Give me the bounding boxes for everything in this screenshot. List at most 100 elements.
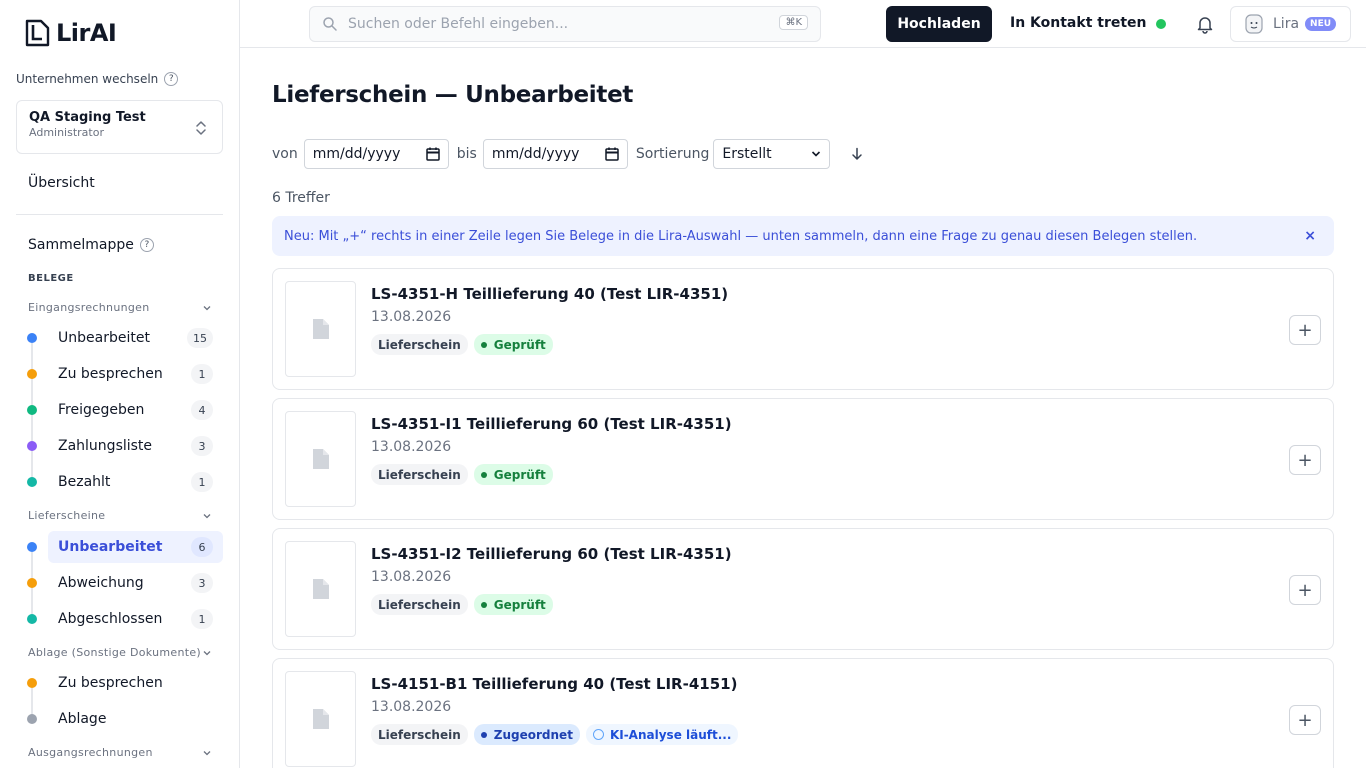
status-text: Geprüft <box>493 337 546 352</box>
loading-spinner-icon <box>592 729 604 740</box>
type-badge: Lieferschein <box>371 724 468 745</box>
status-dot <box>27 614 37 624</box>
document-date: 13.08.2026 <box>371 569 452 585</box>
status-dot <box>480 731 487 738</box>
logo[interactable]: LirAI <box>24 19 117 47</box>
status-dot <box>27 714 37 724</box>
document-card[interactable]: LS-4351-I2 Teillieferung 60 (Test LIR-43… <box>272 528 1334 650</box>
group-label: Lieferscheine <box>28 509 106 522</box>
chevron-down-icon <box>203 750 211 755</box>
document-card[interactable]: LS-4351-I1 Teillieferung 60 (Test LIR-43… <box>272 398 1334 520</box>
company-switch-text: Unternehmen wechseln <box>16 72 159 86</box>
sidebar: LirAI Unternehmen wechseln ? QA Staging … <box>0 0 240 768</box>
group-label: Ausgangsrechnungen <box>28 746 153 759</box>
document-thumbnail[interactable] <box>285 541 356 637</box>
help-icon[interactable]: ? <box>139 238 154 252</box>
nav-label: Ablage <box>58 711 107 727</box>
document-date: 13.08.2026 <box>371 699 452 715</box>
chevron-down-icon <box>203 650 211 655</box>
calendar-icon[interactable] <box>425 147 440 161</box>
nav-label: Abweichung <box>58 575 144 591</box>
count-badge: 15 <box>187 328 213 348</box>
status-badge: Geprüft <box>473 594 553 615</box>
from-date-input[interactable]: mm/dd/yyyy <box>303 139 449 169</box>
type-badge: Lieferschein <box>371 464 468 485</box>
document-card[interactable]: LS-4351-H Teillieferung 40 (Test LIR-435… <box>272 268 1334 390</box>
status-dot <box>480 471 487 478</box>
chevron-down-icon <box>812 151 821 157</box>
document-thumbnail[interactable] <box>285 671 356 767</box>
add-to-selection-button[interactable]: + <box>1289 445 1321 475</box>
document-card[interactable]: LS-4151-B1 Teillieferung 40 (Test LIR-41… <box>272 658 1334 768</box>
new-badge: NEU <box>1305 17 1337 31</box>
upload-button[interactable]: Hochladen <box>886 6 992 42</box>
count-badge: 3 <box>191 573 213 593</box>
add-to-selection-button[interactable]: + <box>1289 575 1321 605</box>
search-placeholder: Suchen oder Befehl eingeben... <box>348 16 569 32</box>
nav-lieferschein-abgeschlossen[interactable]: Abgeschlossen 1 <box>48 603 223 635</box>
sort-label: Sortierung <box>635 146 710 162</box>
to-date-input[interactable]: mm/dd/yyyy <box>482 139 628 169</box>
nav-eingang-zahlungsliste[interactable]: Zahlungsliste 3 <box>48 430 223 462</box>
document-title[interactable]: LS-4351-H Teillieferung 40 (Test LIR-435… <box>371 285 728 303</box>
status-dot <box>27 405 37 415</box>
sort-direction-arrow-down-icon[interactable] <box>850 147 864 161</box>
nav-ablage-zu-besprechen[interactable]: Zu besprechen <box>48 667 223 699</box>
lira-avatar-icon <box>1245 14 1263 34</box>
to-label: bis <box>456 146 477 162</box>
sidebar-divider <box>16 214 223 215</box>
company-switcher[interactable]: QA Staging Test Administrator <box>16 100 223 154</box>
nav-sammelmappe[interactable]: Sammelmappe ? <box>28 237 154 253</box>
add-to-selection-button[interactable]: + <box>1289 315 1321 345</box>
document-title[interactable]: LS-4351-I1 Teillieferung 60 (Test LIR-43… <box>371 415 732 433</box>
close-icon[interactable]: × <box>1304 228 1316 244</box>
sort-value: Erstellt <box>722 146 772 162</box>
nav-label: Freigegeben <box>58 402 145 418</box>
lira-button[interactable]: Lira NEU <box>1230 6 1351 42</box>
document-thumbnail[interactable] <box>285 411 356 507</box>
shortcut-hint: ⌘K <box>779 15 808 30</box>
sort-select[interactable]: Erstellt <box>713 139 831 169</box>
document-title[interactable]: LS-4351-I2 Teillieferung 60 (Test LIR-43… <box>371 545 732 563</box>
to-date-value: mm/dd/yyyy <box>491 146 580 162</box>
nav-eingang-unbearbeitet[interactable]: Unbearbeitet 15 <box>48 322 223 354</box>
document-date: 13.08.2026 <box>371 309 452 325</box>
document-icon <box>312 319 329 339</box>
tree-line <box>31 688 33 716</box>
status-dot <box>27 477 37 487</box>
nav-label: Zu besprechen <box>58 675 163 691</box>
group-lieferscheine[interactable]: Lieferscheine <box>28 509 212 522</box>
calendar-icon[interactable] <box>605 147 619 161</box>
group-label: Ablage (Sonstige Dokumente) <box>28 646 202 659</box>
document-icon <box>312 579 329 599</box>
nav-label: Zahlungsliste <box>58 438 153 454</box>
nav-eingang-bezahlt[interactable]: Bezahlt 1 <box>48 466 223 498</box>
nav-lieferschein-abweichung[interactable]: Abweichung 3 <box>48 567 223 599</box>
status-badge: Zugeordnet <box>473 724 580 745</box>
add-to-selection-button[interactable]: + <box>1289 705 1321 735</box>
ai-analysis-text: KI-Analyse läuft... <box>609 727 732 742</box>
bell-icon[interactable] <box>1195 14 1215 34</box>
info-text: Neu: Mit „+“ rechts in einer Zeile legen… <box>284 228 1198 244</box>
group-eingangsrechnungen[interactable]: Eingangsrechnungen <box>28 301 212 314</box>
chevron-down-icon <box>203 513 211 518</box>
document-tags: Lieferschein Geprüft <box>371 464 553 485</box>
search-input[interactable]: Suchen oder Befehl eingeben... ⌘K <box>309 6 821 42</box>
group-ausgangsrechnungen[interactable]: Ausgangsrechnungen <box>28 746 212 759</box>
document-icon <box>312 709 329 729</box>
nav-lieferschein-unbearbeitet[interactable]: Unbearbeitet 6 <box>48 531 223 563</box>
search-icon <box>323 17 337 31</box>
help-icon[interactable]: ? <box>164 72 179 86</box>
logo-text: LirAI <box>56 19 117 47</box>
document-thumbnail[interactable] <box>285 281 356 377</box>
status-badge: Geprüft <box>473 334 553 355</box>
nav-eingang-zu-besprechen[interactable]: Zu besprechen 1 <box>48 358 223 390</box>
nav-overview[interactable]: Übersicht <box>28 175 95 191</box>
chevron-down-icon <box>203 305 211 310</box>
logo-icon <box>25 19 50 47</box>
document-title[interactable]: LS-4151-B1 Teillieferung 40 (Test LIR-41… <box>371 675 737 693</box>
nav-ablage[interactable]: Ablage <box>48 703 223 735</box>
group-ablage[interactable]: Ablage (Sonstige Dokumente) <box>28 646 212 659</box>
nav-eingang-freigegeben[interactable]: Freigegeben 4 <box>48 394 223 426</box>
contact-link[interactable]: In Kontakt treten <box>1010 15 1147 31</box>
